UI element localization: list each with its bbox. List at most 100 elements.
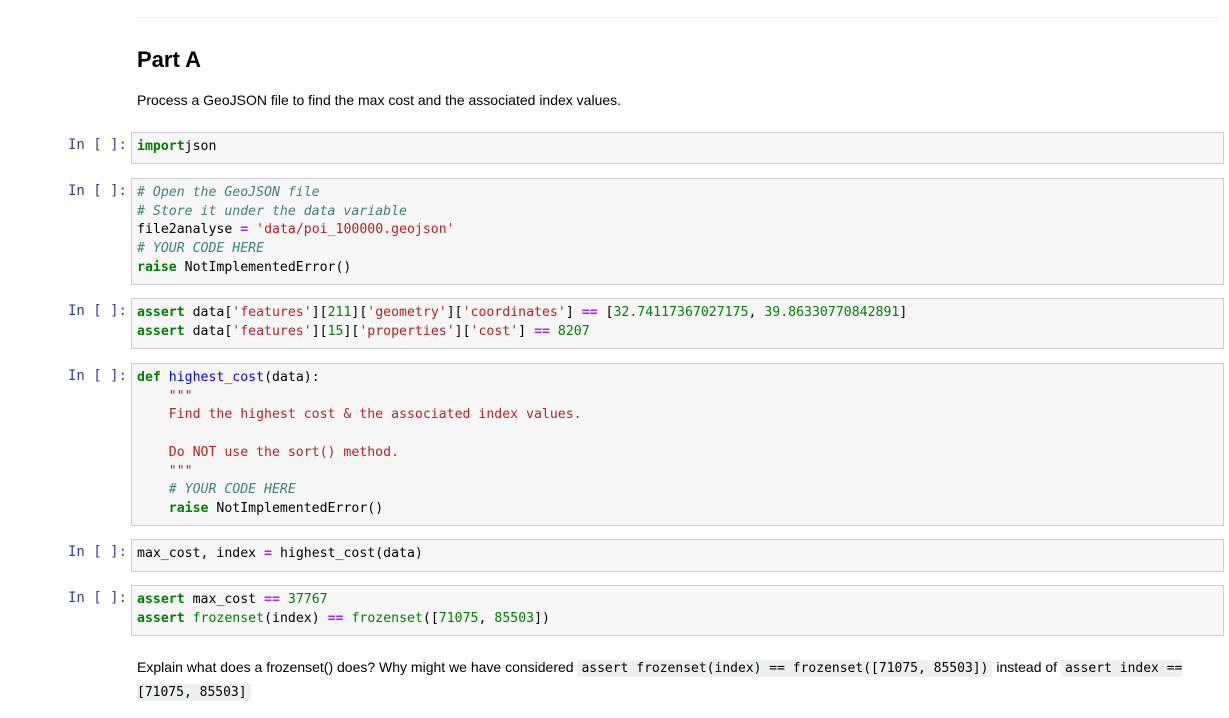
number-token: 39.86330770842891 bbox=[764, 305, 900, 320]
code-token: ] bbox=[899, 305, 908, 320]
string-token: Do NOT use the sort() method. bbox=[137, 444, 400, 460]
keyword-token: import bbox=[137, 139, 185, 154]
input-prompt: In [ ]: bbox=[67, 544, 127, 560]
code-line: file2analyse = 'data/poi_100000.geojson' bbox=[137, 221, 1223, 240]
operator-token: == bbox=[534, 323, 550, 339]
code-cell-assert-result: In [ ]: assert max_cost == 37767 assert f… bbox=[0, 585, 1229, 637]
function-name-token: highest_cost bbox=[168, 370, 265, 385]
string-token: 'features' bbox=[232, 323, 312, 339]
code-token: data[ bbox=[184, 323, 233, 339]
code-line: """ bbox=[137, 388, 1223, 407]
keyword-token: assert bbox=[137, 323, 185, 339]
string-token: """ bbox=[168, 463, 193, 479]
code-editor[interactable]: # Open the GeoJSON file # Store it under … bbox=[131, 178, 1224, 285]
code-token: max_cost, index bbox=[137, 546, 265, 561]
operator-token: == bbox=[264, 592, 280, 607]
cell-divider bbox=[136, 17, 1218, 18]
section-heading: Part A bbox=[137, 47, 201, 72]
operator-token: == bbox=[327, 610, 344, 626]
code-cell-call: In [ ]: max_cost, index = highest_cost(d… bbox=[0, 539, 1229, 573]
section-description: Process a GeoJSON file to find the max c… bbox=[137, 92, 622, 108]
number-token: 71075 bbox=[438, 610, 479, 626]
explain-question: Explain what does a frozenset() does? Wh… bbox=[137, 656, 1217, 704]
keyword-token: def bbox=[137, 370, 161, 385]
code-token: ([ bbox=[422, 610, 439, 626]
code-token: ][ bbox=[343, 323, 360, 339]
string-token: 'data/poi_100000.geojson' bbox=[256, 222, 455, 238]
code-line: def highest_cost(data): bbox=[137, 369, 1223, 388]
code-cell-highest-cost: In [ ]: def highest_cost(data): """ Find… bbox=[0, 363, 1229, 527]
input-prompt: In [ ]: bbox=[67, 183, 127, 199]
code-line: assert max_cost == 37767 bbox=[137, 591, 1223, 610]
code-token: max_cost bbox=[184, 592, 265, 607]
number-token: 37767 bbox=[287, 592, 328, 607]
comment-token: # Open the GeoJSON file bbox=[137, 185, 320, 200]
code-line: """ bbox=[137, 463, 1223, 482]
code-editor[interactable]: importjson bbox=[131, 132, 1224, 164]
code-line: # Store it under the data variable bbox=[137, 203, 1223, 222]
code-editor[interactable]: max_cost, index = highest_cost(data) bbox=[131, 539, 1224, 572]
string-token: 'coordinates' bbox=[462, 305, 566, 320]
code-line: max_cost, index = highest_cost(data) bbox=[137, 545, 1223, 564]
code-token: (data): bbox=[264, 370, 320, 385]
code-token: ] bbox=[565, 305, 582, 320]
code-cell-open-file: In [ ]: # Open the GeoJSON file # Store i… bbox=[0, 178, 1229, 286]
code-token: highest_cost(data) bbox=[272, 546, 423, 561]
number-token: 15 bbox=[327, 323, 344, 339]
code-line: # YOUR CODE HERE bbox=[137, 240, 1223, 259]
code-token: ][ bbox=[311, 305, 328, 320]
comment-token: # Store it under the data variable bbox=[137, 203, 407, 219]
string-token: """ bbox=[168, 388, 193, 404]
keyword-token: raise bbox=[168, 500, 209, 516]
operator-token: == bbox=[581, 305, 598, 320]
code-editor[interactable]: assert max_cost == 37767 assert frozenset… bbox=[131, 585, 1224, 636]
keyword-token: assert bbox=[137, 305, 185, 320]
question-text: instead of bbox=[992, 659, 1061, 675]
code-token: json bbox=[184, 139, 217, 154]
code-line: assert data['features'][15]['properties'… bbox=[137, 323, 1223, 342]
code-token: , bbox=[478, 610, 495, 626]
code-line: assert frozenset(index) == frozenset([71… bbox=[137, 610, 1223, 629]
code-token: ][ bbox=[311, 323, 328, 339]
code-line: Do NOT use the sort() method. bbox=[137, 444, 1223, 463]
code-line: raise NotImplementedError() bbox=[137, 259, 1223, 278]
code-token: ] bbox=[518, 323, 535, 339]
number-token: 85503 bbox=[494, 610, 535, 626]
code-token: [ bbox=[597, 305, 614, 320]
question-text: Explain what does a frozenset() does? Wh… bbox=[137, 659, 578, 675]
number-token: 211 bbox=[327, 305, 352, 320]
keyword-token: assert bbox=[137, 610, 185, 626]
string-token: Find the highest cost & the associated i… bbox=[137, 407, 582, 423]
code-token: NotImplementedError() bbox=[176, 259, 352, 275]
code-line: # Open the GeoJSON file bbox=[137, 184, 1223, 203]
operator-token: = bbox=[264, 546, 272, 561]
keyword-token: raise bbox=[137, 259, 177, 275]
input-prompt: In [ ]: bbox=[67, 137, 127, 153]
code-line: # YOUR CODE HERE bbox=[137, 481, 1223, 500]
code-line: Find the highest cost & the associated i… bbox=[137, 406, 1223, 425]
builtin-token: frozenset bbox=[192, 610, 265, 626]
inline-code: assert frozenset(index) == frozenset([71… bbox=[577, 660, 993, 677]
code-token: ]) bbox=[534, 610, 550, 626]
code-line: raise NotImplementedError() bbox=[137, 500, 1223, 519]
code-editor[interactable]: def highest_cost(data): """ Find the hig… bbox=[131, 363, 1224, 526]
code-token: ][ bbox=[446, 305, 463, 320]
code-token: ][ bbox=[351, 305, 368, 320]
code-token: file2analyse bbox=[137, 222, 241, 238]
code-editor[interactable]: assert data['features'][211]['geometry']… bbox=[131, 298, 1224, 349]
code-cell-assert-data: In [ ]: assert data['features'][211]['ge… bbox=[0, 298, 1229, 350]
string-token: 'properties' bbox=[359, 323, 455, 339]
operator-token: = bbox=[240, 222, 249, 238]
input-prompt: In [ ]: bbox=[67, 303, 127, 319]
code-cell-import: In [ ]: importjson bbox=[0, 132, 1229, 166]
number-token: 8207 bbox=[557, 323, 590, 339]
code-line: importjson bbox=[137, 138, 1223, 157]
